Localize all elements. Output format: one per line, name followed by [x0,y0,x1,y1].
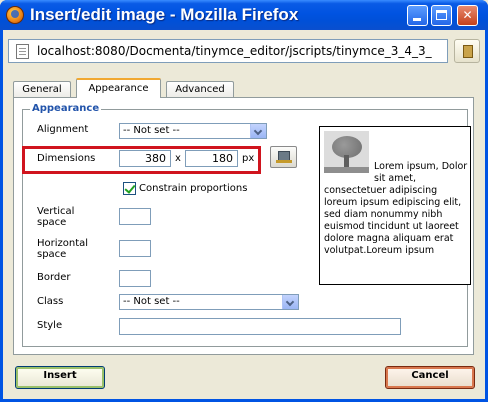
preview-thumbnail [324,131,372,175]
appearance-fieldset: Appearance Alignment -- Not set -- Dimen… [22,103,471,347]
tree-image [324,131,369,173]
width-input[interactable]: 380 [119,150,171,167]
constrain-proportions-label: Constrain proportions [139,183,248,194]
preview-text: Lorem ipsum, Dolor sit amet, consectetue… [324,161,468,256]
dialog-client-area: localhost:8080/Docmenta/tinymce_editor/j… [3,30,485,399]
reset-dimensions-button[interactable] [270,146,297,168]
border-input[interactable] [119,270,151,287]
fieldset-legend: Appearance [30,103,102,114]
horizontal-space-input[interactable] [119,240,151,257]
alignment-select[interactable]: -- Not set -- [119,123,267,139]
dimensions-label: Dimensions [37,153,96,164]
dimensions-separator: x [175,153,181,164]
alignment-label: Alignment [37,124,89,135]
firefox-icon [6,6,24,24]
minimize-button[interactable] [407,5,428,26]
page-icon [16,44,29,59]
chevron-down-icon [282,295,298,309]
tab-advanced[interactable]: Advanced [166,81,234,98]
class-label: Class [37,296,64,307]
minimize-icon [413,18,421,21]
image-preview: Lorem ipsum, Dolor sit amet, consectetue… [319,126,471,285]
cancel-button[interactable]: Cancel [385,366,475,389]
tree-ground [324,167,369,173]
style-input[interactable] [119,318,401,335]
insert-button[interactable]: Insert [15,366,105,389]
tab-general[interactable]: General [13,81,71,98]
class-select[interactable]: -- Not set -- [119,294,299,310]
appearance-panel: Appearance Alignment -- Not set -- Dimen… [13,97,474,355]
bookmark-icon [463,45,473,58]
vertical-space-input[interactable] [119,208,151,225]
title-bar[interactable]: Insert/edit image - Mozilla Firefox ✕ [0,0,488,30]
class-value: -- Not set -- [123,296,180,307]
close-button[interactable]: ✕ [457,5,478,26]
close-icon: ✕ [462,8,473,22]
constrain-proportions-checkbox[interactable] [123,182,136,195]
preview-content: Lorem ipsum, Dolor sit amet, consectetue… [324,131,468,257]
chevron-down-icon [250,124,266,138]
border-label: Border [37,272,71,283]
height-input[interactable]: 180 [185,150,238,167]
maximize-button[interactable] [431,5,452,26]
alignment-value: -- Not set -- [123,125,180,136]
bookmark-button[interactable] [454,39,480,63]
url-text: localhost:8080/Docmenta/tinymce_editor/j… [37,44,432,58]
image-resize-icon [276,151,292,163]
dimensions-unit: px [242,153,255,164]
url-bar: localhost:8080/Docmenta/tinymce_editor/j… [6,39,482,63]
tab-appearance[interactable]: Appearance [76,78,161,98]
horizontal-space-label-line2: space [37,249,67,260]
url-field[interactable]: localhost:8080/Docmenta/tinymce_editor/j… [8,39,448,63]
style-label: Style [37,320,63,331]
window-title: Insert/edit image - Mozilla Firefox [30,5,299,24]
maximize-icon [436,10,447,20]
vertical-space-label-line2: space [37,217,67,228]
